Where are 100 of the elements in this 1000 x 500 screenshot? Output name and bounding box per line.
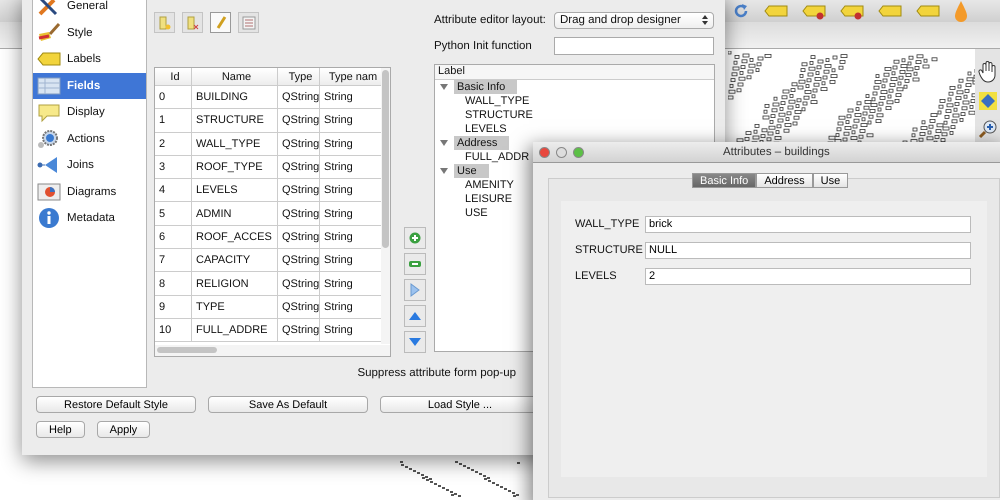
tree-group[interactable]: Basic Info <box>454 80 518 94</box>
tree-item[interactable]: STRUCTURE <box>465 108 533 122</box>
tree-item[interactable]: AMENITY <box>465 178 514 192</box>
table-cell: QString <box>278 296 320 318</box>
sidebar-item[interactable]: Display <box>33 99 146 126</box>
init-function-label: Python Init function <box>434 40 533 52</box>
tab[interactable]: Basic Info <box>692 173 756 188</box>
sidebar-item[interactable]: Diagrams <box>33 178 146 205</box>
attribute-field[interactable]: brick <box>645 216 971 232</box>
tree-group[interactable]: Address <box>454 136 510 150</box>
table-cell: 0 <box>155 86 192 108</box>
sidebar-item[interactable]: Fields <box>33 72 146 99</box>
tree-item[interactable]: USE <box>465 206 488 220</box>
close-button[interactable] <box>539 146 550 158</box>
tree-item[interactable]: LEISURE <box>465 192 512 206</box>
table-cell: QString <box>278 86 320 108</box>
table-cell: 6 <box>155 226 192 248</box>
move-down-button[interactable] <box>404 331 426 353</box>
field-calculator-button[interactable] <box>238 12 259 33</box>
field-label: LEVELS <box>575 270 618 282</box>
hand-icon[interactable] <box>978 61 998 83</box>
table-cell: BUILDING <box>192 86 278 108</box>
layout-label: Attribute editor layout: <box>434 14 547 26</box>
table-cell-text: String <box>323 206 354 222</box>
table-cell: 10 <box>155 318 192 342</box>
updown-caret-icon <box>702 15 708 25</box>
tree-item[interactable]: FULL_ADDR <box>465 150 530 164</box>
remove-button[interactable] <box>404 253 426 275</box>
horizontal-scrollbar[interactable] <box>155 345 390 356</box>
table-cell: 9 <box>155 296 192 318</box>
expand-triangle-icon[interactable] <box>440 139 448 147</box>
tree-item[interactable]: LEVELS <box>465 122 507 136</box>
table-cell: QString <box>278 318 320 342</box>
sidebar-item[interactable]: Style <box>33 20 146 46</box>
sidebar-item[interactable]: Metadata <box>33 205 146 232</box>
plus-icon <box>409 232 421 244</box>
table-cell: RELIGION <box>192 272 278 295</box>
column-header[interactable]: Type <box>278 68 320 85</box>
style-button[interactable]: Restore Default Style <box>36 396 196 413</box>
dialog-button[interactable]: Apply <box>96 421 150 438</box>
tree-item[interactable]: WALL_TYPE <box>465 94 530 108</box>
edit-mode-button[interactable] <box>210 12 231 33</box>
column-header[interactable]: Name <box>192 68 278 85</box>
table-cell: WALL_TYPE <box>192 132 278 155</box>
table-cell: 2 <box>155 132 192 155</box>
attribute-field[interactable]: NULL <box>645 242 971 258</box>
table-cell-text: String <box>323 160 354 176</box>
table-cell: 5 <box>155 202 192 225</box>
table-cell: 1 <box>155 109 192 132</box>
expand-triangle-icon[interactable] <box>440 83 448 91</box>
table-cell-text: String <box>323 323 354 338</box>
dialog-button[interactable]: Help <box>36 421 85 438</box>
tab[interactable]: Use <box>812 173 848 188</box>
sidebar-item[interactable]: General <box>33 0 146 20</box>
table-cell-text: String <box>323 90 354 106</box>
table-cell-text: String <box>323 300 354 315</box>
expand-triangle-icon[interactable] <box>440 167 448 175</box>
init-function-field[interactable] <box>554 37 714 55</box>
brush-icon <box>37 22 61 44</box>
column-header[interactable]: Type nam <box>320 68 382 85</box>
table-cell-text: String <box>323 253 354 268</box>
redo-icon[interactable] <box>732 2 750 20</box>
table-cell-text: String <box>323 113 354 128</box>
sidebar-item[interactable]: Actions <box>33 126 146 152</box>
table-cell-text: String <box>323 136 354 152</box>
table-cell: QString <box>278 109 320 132</box>
table-cell: ADMIN <box>192 202 278 225</box>
column-delete-icon <box>186 16 198 30</box>
table-cell-text: String <box>323 276 354 292</box>
attribute-field[interactable]: 2 <box>645 268 971 284</box>
zoom-in-icon[interactable] <box>978 119 998 139</box>
style-button[interactable]: Save As Default <box>208 396 368 413</box>
new-column-button[interactable] <box>154 12 175 33</box>
table-cell: QString <box>278 156 320 178</box>
delete-column-button[interactable] <box>182 12 203 33</box>
sidebar-item[interactable]: Labels <box>33 46 146 72</box>
tab[interactable]: Address <box>756 173 813 188</box>
info-icon <box>37 207 61 230</box>
table-cell-text: String <box>323 183 354 198</box>
window-title: Attributes – buildings <box>723 146 830 158</box>
move-up-button[interactable] <box>404 305 426 327</box>
minimize-button[interactable] <box>556 146 567 158</box>
tree-group[interactable]: Use <box>454 164 489 178</box>
table-cell: LEVELS <box>192 179 278 202</box>
sidebar-item[interactable]: Joins <box>33 152 146 178</box>
vertical-scrollbar[interactable] <box>381 68 390 344</box>
table-cell: TYPE <box>192 296 278 318</box>
layout-dropdown[interactable]: Drag and drop designer <box>554 12 714 28</box>
table-cell: 3 <box>155 156 192 178</box>
table-cell: ROOF_TYPE <box>192 156 278 178</box>
add-button[interactable] <box>404 227 426 249</box>
table-cell: QString <box>278 272 320 295</box>
table-cell: QString <box>278 226 320 248</box>
table-cell: QString <box>278 249 320 272</box>
move-right-button[interactable] <box>404 279 426 301</box>
drop-icon[interactable] <box>954 0 968 22</box>
grid-select-icon[interactable] <box>978 91 998 111</box>
table-cell: 7 <box>155 249 192 272</box>
column-header[interactable]: Id <box>155 68 192 85</box>
zoom-button[interactable] <box>573 146 584 158</box>
